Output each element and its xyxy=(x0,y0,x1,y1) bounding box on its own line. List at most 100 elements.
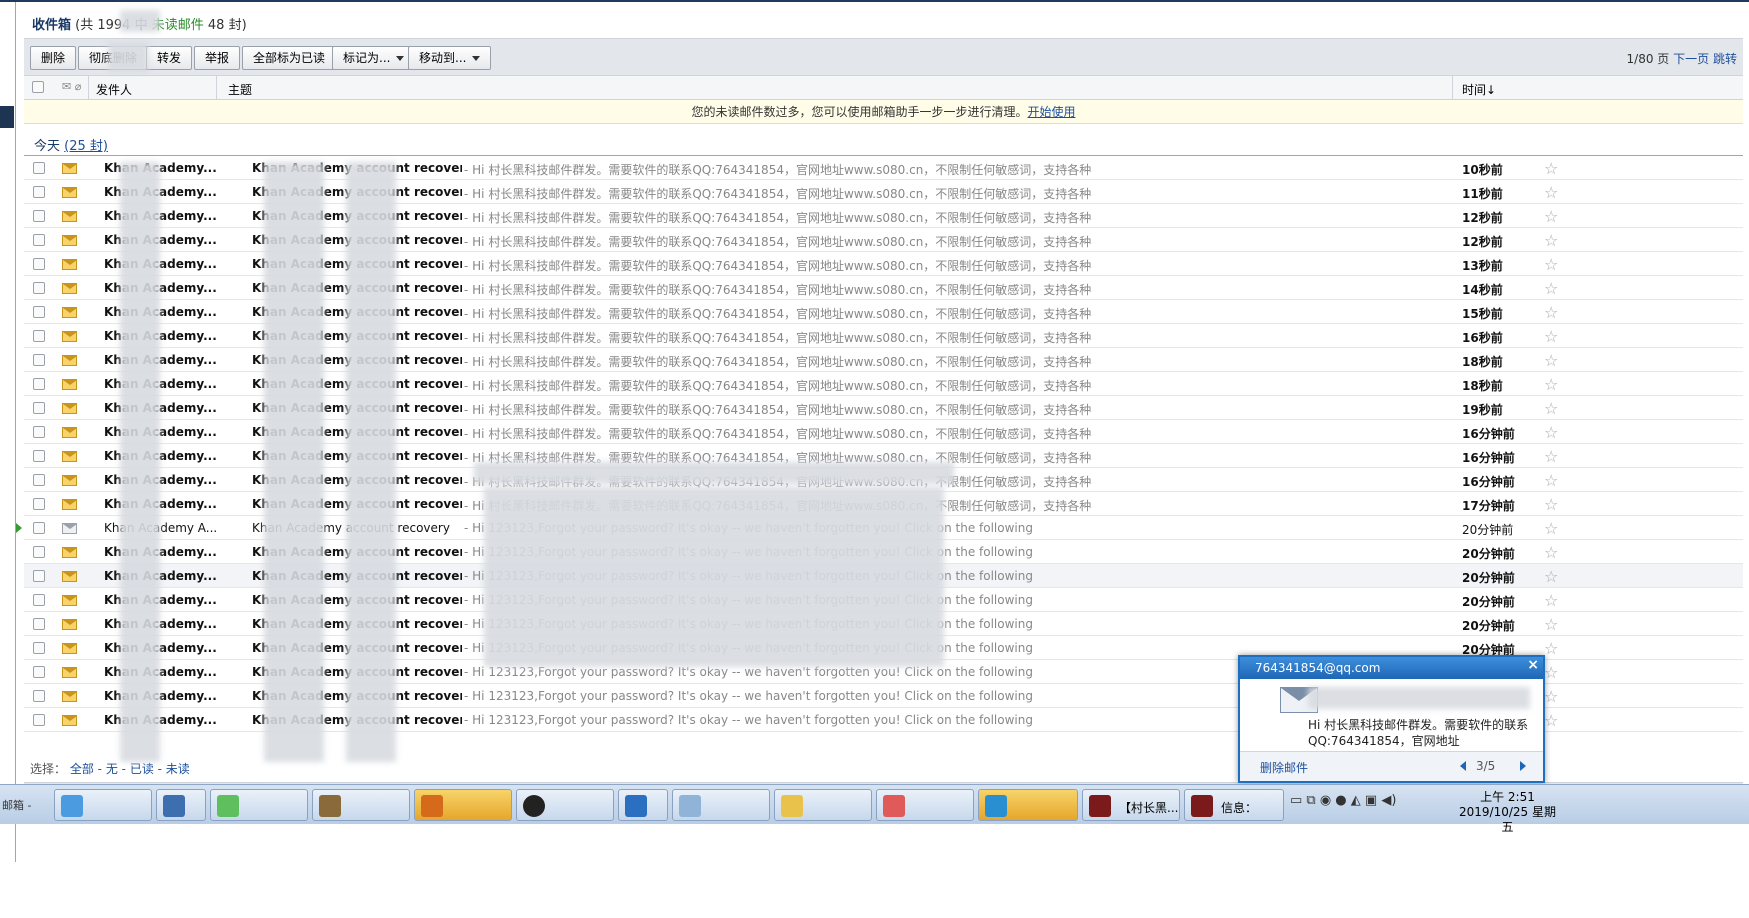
select-all-link[interactable]: 全部 xyxy=(70,762,94,776)
row-preview[interactable]: - Hi 123123,Forgot your password? It's o… xyxy=(464,713,1033,727)
star-icon[interactable]: ☆ xyxy=(1544,615,1558,634)
taskbar-app[interactable] xyxy=(210,789,308,821)
taskbar-app[interactable] xyxy=(774,789,872,821)
sender-column[interactable]: 发件人 xyxy=(96,81,132,98)
row-checkbox[interactable] xyxy=(33,402,45,414)
star-icon[interactable]: ☆ xyxy=(1544,471,1558,490)
jump-link[interactable]: 跳转 xyxy=(1713,52,1737,66)
clock[interactable]: 上午 2:51 2019/10/25 星期五 xyxy=(1455,790,1560,835)
star-icon[interactable]: ☆ xyxy=(1544,663,1558,682)
mark-as-dropdown[interactable]: 标记为... xyxy=(332,46,416,70)
star-icon[interactable]: ☆ xyxy=(1544,687,1558,706)
star-icon[interactable]: ☆ xyxy=(1544,351,1558,370)
select-none-link[interactable]: 无 xyxy=(106,762,118,776)
star-icon[interactable]: ☆ xyxy=(1544,303,1558,322)
row-checkbox[interactable] xyxy=(33,258,45,270)
row-preview[interactable]: - Hi 123123,Forgot your password? It's o… xyxy=(464,665,1033,679)
row-checkbox[interactable] xyxy=(33,690,45,702)
row-checkbox[interactable] xyxy=(33,354,45,366)
row-checkbox[interactable] xyxy=(33,642,45,654)
row-checkbox[interactable] xyxy=(33,618,45,630)
row-checkbox[interactable] xyxy=(33,162,45,174)
popup-delete-link[interactable]: 删除邮件 xyxy=(1260,759,1308,776)
prev-icon[interactable] xyxy=(1460,761,1466,771)
star-icon[interactable]: ☆ xyxy=(1544,279,1558,298)
row-checkbox[interactable] xyxy=(33,570,45,582)
row-checkbox[interactable] xyxy=(33,714,45,726)
row-preview[interactable]: - Hi 123123,Forgot your password? It's o… xyxy=(464,689,1033,703)
row-preview[interactable]: - Hi 村长黑科技邮件群发。需要软件的联系QQ:764341854，官网地址w… xyxy=(464,233,1091,250)
start-using-link[interactable]: 开始使用 xyxy=(1028,105,1076,119)
taskbar-app[interactable] xyxy=(312,789,410,821)
taskbar-app[interactable] xyxy=(414,789,512,821)
move-to-dropdown[interactable]: 移动到... xyxy=(408,46,492,70)
taskbar-app[interactable] xyxy=(516,789,614,821)
taskbar-app[interactable] xyxy=(876,789,974,821)
next-icon[interactable] xyxy=(1520,761,1526,771)
select-read-link[interactable]: 已读 xyxy=(130,762,154,776)
star-icon[interactable]: ☆ xyxy=(1544,159,1558,178)
next-page-link[interactable]: 下一页 xyxy=(1673,52,1709,66)
delete-button[interactable]: 删除 xyxy=(30,46,77,70)
star-icon[interactable]: ☆ xyxy=(1544,255,1558,274)
group-count-link[interactable]: (25 封) xyxy=(64,139,108,154)
row-checkbox[interactable] xyxy=(33,186,45,198)
taskbar-app[interactable] xyxy=(156,789,206,821)
row-preview[interactable]: - Hi 村长黑科技邮件群发。需要软件的联系QQ:764341854，官网地址w… xyxy=(464,401,1091,418)
row-preview[interactable]: - Hi 村长黑科技邮件群发。需要软件的联系QQ:764341854，官网地址w… xyxy=(464,185,1091,202)
star-icon[interactable]: ☆ xyxy=(1544,447,1558,466)
row-checkbox[interactable] xyxy=(33,210,45,222)
row-preview[interactable]: - Hi 村长黑科技邮件群发。需要软件的联系QQ:764341854，官网地址w… xyxy=(464,209,1091,226)
star-icon[interactable]: ☆ xyxy=(1544,591,1558,610)
star-icon[interactable]: ☆ xyxy=(1544,183,1558,202)
row-checkbox[interactable] xyxy=(33,450,45,462)
star-icon[interactable]: ☆ xyxy=(1544,207,1558,226)
star-icon[interactable]: ☆ xyxy=(1544,327,1558,346)
taskbar-app[interactable] xyxy=(618,789,668,821)
forward-button[interactable]: 转发 xyxy=(146,46,193,70)
star-icon[interactable]: ☆ xyxy=(1544,495,1558,514)
row-preview[interactable]: - Hi 村长黑科技邮件群发。需要软件的联系QQ:764341854，官网地址w… xyxy=(464,353,1091,370)
star-icon[interactable]: ☆ xyxy=(1544,231,1558,250)
star-icon[interactable]: ☆ xyxy=(1544,375,1558,394)
star-icon[interactable]: ☆ xyxy=(1544,519,1558,538)
taskbar-app[interactable] xyxy=(672,789,770,821)
row-checkbox[interactable] xyxy=(33,546,45,558)
taskbar-app[interactable]: 【村长黑... xyxy=(1082,789,1180,821)
row-preview[interactable]: - Hi 村长黑科技邮件群发。需要软件的联系QQ:764341854，官网地址w… xyxy=(464,281,1091,298)
row-preview[interactable]: - Hi 村长黑科技邮件群发。需要软件的联系QQ:764341854，官网地址w… xyxy=(464,425,1091,442)
system-tray[interactable]: ▭ ⧉ ◉ ● ◭ ▣ ◀) xyxy=(1290,793,1396,808)
row-preview[interactable]: - Hi 村长黑科技邮件群发。需要软件的联系QQ:764341854，官网地址w… xyxy=(464,257,1091,274)
row-preview[interactable]: - Hi 村长黑科技邮件群发。需要软件的联系QQ:764341854，官网地址w… xyxy=(464,329,1091,346)
star-icon[interactable]: ☆ xyxy=(1544,567,1558,586)
time-column[interactable]: 时间↓ xyxy=(1462,81,1496,98)
row-checkbox[interactable] xyxy=(33,594,45,606)
row-checkbox[interactable] xyxy=(33,330,45,342)
row-checkbox[interactable] xyxy=(33,234,45,246)
row-checkbox[interactable] xyxy=(33,282,45,294)
row-checkbox[interactable] xyxy=(33,498,45,510)
mark-all-read-button[interactable]: 全部标为已读 xyxy=(242,46,337,70)
row-preview[interactable]: - Hi 村长黑科技邮件群发。需要软件的联系QQ:764341854，官网地址w… xyxy=(464,161,1091,178)
row-checkbox[interactable] xyxy=(33,306,45,318)
star-icon[interactable]: ☆ xyxy=(1544,399,1558,418)
star-icon[interactable]: ☆ xyxy=(1544,543,1558,562)
star-icon[interactable]: ☆ xyxy=(1544,711,1558,730)
row-preview[interactable]: - Hi 村长黑科技邮件群发。需要软件的联系QQ:764341854，官网地址w… xyxy=(464,377,1091,394)
star-icon[interactable]: ☆ xyxy=(1544,423,1558,442)
subject-column[interactable]: 主题 xyxy=(228,81,252,98)
taskbar-app[interactable] xyxy=(54,789,152,821)
row-checkbox[interactable] xyxy=(33,378,45,390)
row-checkbox[interactable] xyxy=(33,426,45,438)
row-preview[interactable]: - Hi 村长黑科技邮件群发。需要软件的联系QQ:764341854，官网地址w… xyxy=(464,305,1091,322)
star-icon[interactable]: ☆ xyxy=(1544,639,1558,658)
taskbar-app[interactable]: 信息： xyxy=(1184,789,1284,821)
close-icon[interactable]: × xyxy=(1527,657,1539,673)
select-all-checkbox[interactable] xyxy=(32,81,44,93)
row-checkbox[interactable] xyxy=(33,666,45,678)
taskbar-app[interactable] xyxy=(978,789,1078,821)
start-label[interactable]: 邮箱 - xyxy=(2,797,31,813)
row-checkbox[interactable] xyxy=(33,474,45,486)
select-unread-link[interactable]: 未读 xyxy=(166,762,190,776)
row-checkbox[interactable] xyxy=(33,522,45,534)
